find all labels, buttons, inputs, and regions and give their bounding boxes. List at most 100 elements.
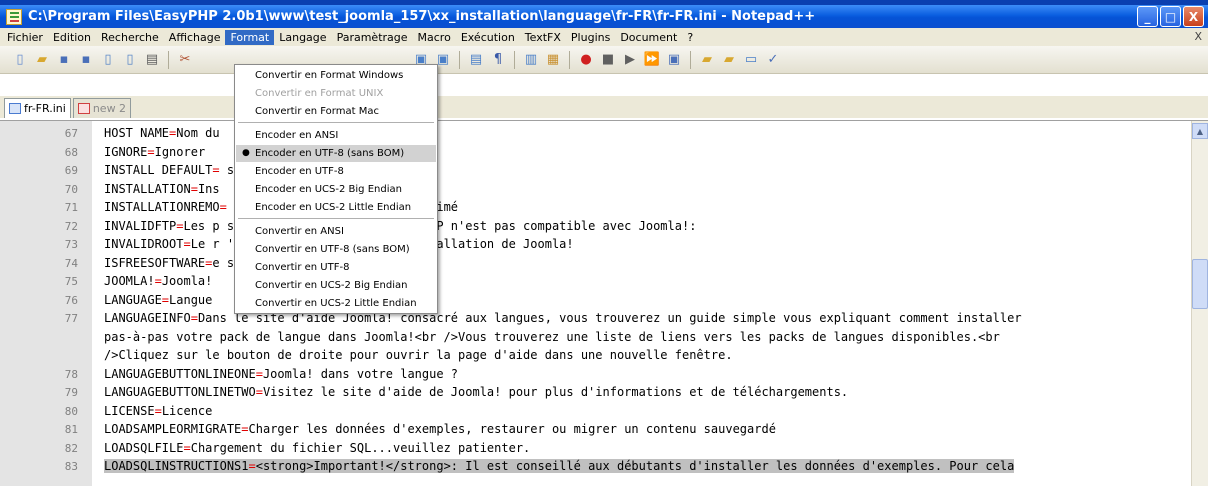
line-number: 82 — [64, 441, 78, 455]
new-file-icon[interactable]: ▯ — [10, 50, 30, 70]
editor-line[interactable]: 69INSTALL DEFAULT= s données d'exemples — [0, 162, 1190, 180]
format-menu-item[interactable]: Encoder en ANSI — [236, 127, 436, 144]
record-macro-icon[interactable]: ● — [576, 50, 596, 70]
stop-macro-icon[interactable]: ■ — [598, 50, 618, 70]
menu-param-trage[interactable]: Paramètrage — [332, 30, 413, 45]
line-number: 70 — [64, 182, 78, 196]
format-menu-item-label: Encoder en UTF-8 — [255, 166, 344, 177]
ini-key: INVALIDFTP — [104, 218, 177, 233]
format-menu-item: Convertir en Format UNIX — [236, 85, 436, 102]
line-text: LANGUAGEBUTTONLINEONE=Joomla! dans votre… — [104, 367, 458, 381]
format-menu-item[interactable]: Convertir en UTF-8 — [236, 259, 436, 276]
ini-value: Chargement du fichier SQL...veuillez pat… — [190, 440, 531, 455]
scroll-up-arrow-icon[interactable]: ▲ — [1192, 123, 1208, 139]
word-wrap-icon[interactable]: ▤ — [466, 50, 486, 70]
format-menu-item[interactable]: ● Encoder en UTF-8 (sans BOM) — [236, 145, 436, 162]
menu-edition[interactable]: Edition — [48, 30, 96, 45]
editor-line[interactable]: 70 INSTALLATION=Ins — [0, 181, 1190, 199]
line-text: HOST NAME=Nom du — [104, 126, 220, 140]
ini-key: ISFREESOFTWARE — [104, 255, 206, 270]
editor-line[interactable]: 75 JOOMLA!=Joomla! — [0, 273, 1190, 291]
document-tab[interactable]: fr-FR.ini — [4, 98, 71, 118]
menu-langage[interactable]: Langage — [274, 30, 331, 45]
play-macro-icon[interactable]: ▶ — [620, 50, 640, 70]
format-menu-item[interactable]: Encoder en UCS-2 Big Endian — [236, 181, 436, 198]
menu-recherche[interactable]: Recherche — [96, 30, 164, 45]
document-tab-label: fr-FR.ini — [24, 102, 66, 115]
ini-equals-sign: = — [161, 292, 170, 307]
editor-line[interactable]: 76 LANGUAGE=Langue — [0, 292, 1190, 310]
scrollbar-thumb[interactable] — [1192, 259, 1208, 309]
minimize-button[interactable]: _ — [1137, 6, 1158, 27]
save-icon[interactable]: ▪ — [54, 50, 74, 70]
format-menu-item[interactable]: Convertir en ANSI — [236, 223, 436, 240]
format-menu-item[interactable]: Convertir en UCS-2 Big Endian — [236, 277, 436, 294]
editor-line[interactable]: 77 LANGUAGEINFO=Dans le site d'aide Jooml… — [0, 310, 1190, 328]
editor-line[interactable]: 79 LANGUAGEBUTTONLINETWO=Visitez le site … — [0, 384, 1190, 402]
format-menu-item[interactable]: Convertir en UTF-8 (sans BOM) — [236, 241, 436, 258]
editor-line[interactable]: 83 LOADSQLINSTRUCTIONS1=<strong>Important… — [0, 458, 1190, 476]
menu-plugins[interactable]: Plugins — [566, 30, 615, 45]
close-file-icon[interactable]: ▯ — [98, 50, 118, 70]
format-menu-item-label: Convertir en Format UNIX — [255, 88, 384, 99]
spell-check-icon[interactable]: ✓ — [763, 50, 783, 70]
editor-line[interactable]: 80 LICENSE=Licence — [0, 403, 1190, 421]
editor-line[interactable]: 71INSTALLATIONREMO= le répertoire aura é… — [0, 199, 1190, 217]
editor-line[interactable]: 68 IGNORE=Ignorer — [0, 144, 1190, 162]
vertical-scrollbar[interactable]: ▲ — [1191, 121, 1208, 486]
print-icon[interactable]: ▤ — [142, 50, 162, 70]
editor-line[interactable]: 82 LOADSQLFILE=Chargement du fichier SQL.… — [0, 440, 1190, 458]
line-text: LICENSE=Licence — [104, 404, 212, 418]
ini-value: Ignorer — [154, 144, 206, 159]
editor-line[interactable]: 81 LOADSAMPLEORMIGRATE=Charger les donnée… — [0, 421, 1190, 439]
folder-as-workspace-icon[interactable]: ▰ — [697, 50, 717, 70]
editor-line[interactable]: />Cliquez sur le bouton de droite pour o… — [0, 347, 1190, 365]
saved-file-icon — [9, 103, 21, 114]
cut-icon[interactable]: ✂ — [175, 50, 195, 70]
text-editor[interactable]: 67 HOST NAME=Nom du 68 IGNORE=Ignorer 69 INST… — [0, 120, 1208, 486]
menu-document[interactable]: Document — [615, 30, 682, 45]
user-language-icon[interactable]: ▦ — [543, 50, 563, 70]
format-menu-item[interactable]: Convertir en UCS-2 Little Endian — [236, 295, 436, 312]
ini-equals-sign: = — [183, 237, 191, 251]
format-menu-item[interactable]: Encoder en UTF-8 — [236, 163, 436, 180]
menu-macro[interactable]: Macro — [413, 30, 456, 45]
close-button[interactable]: X — [1183, 6, 1204, 27]
save-all-icon[interactable]: ▪ — [76, 50, 96, 70]
line-number: 81 — [64, 423, 78, 436]
maximize-button[interactable]: □ — [1160, 6, 1181, 27]
menu-ex-cution[interactable]: Exécution — [456, 30, 520, 45]
ini-key: LANGUAGE — [104, 292, 162, 307]
editor-line[interactable]: 72 INVALIDFTP=Les p s valides ou votre se… — [0, 218, 1190, 236]
indent-guide-icon[interactable]: ▥ — [521, 50, 541, 70]
show-all-characters-icon[interactable]: ¶ — [488, 50, 508, 70]
ini-value: Joomla! — [161, 274, 213, 288]
menu-format[interactable]: Format — [225, 29, 275, 45]
editor-line[interactable]: pas-à-pas votre pack de langue dans Joom… — [0, 329, 1190, 347]
menu-help[interactable]: ? — [682, 30, 698, 45]
format-menu-item[interactable]: Encoder en UCS-2 Little Endian — [236, 199, 436, 216]
menu-textfx[interactable]: TextFX — [520, 30, 566, 45]
function-list-icon[interactable]: ▭ — [741, 50, 761, 70]
menu-affichage[interactable]: Affichage — [164, 30, 226, 45]
format-menu-item[interactable]: Convertir en Format Windows — [236, 67, 436, 84]
editor-line[interactable]: 67 HOST NAME=Nom du — [0, 125, 1190, 143]
close-document-button[interactable]: X — [1194, 30, 1202, 43]
ini-key: INSTALLATIONREMO — [104, 200, 220, 214]
ini-equals-sign: = — [154, 403, 162, 418]
close-all-icon[interactable]: ▯ — [120, 50, 140, 70]
open-folder-icon[interactable]: ▰ — [719, 50, 739, 70]
document-tab[interactable]: new 2 — [72, 98, 132, 118]
open-file-icon[interactable]: ▰ — [32, 50, 52, 70]
play-macro-multiple-icon[interactable]: ⏩ — [642, 50, 662, 70]
line-number: 69 — [64, 164, 78, 177]
window-controls: _ □ X — [1137, 6, 1204, 27]
editor-line[interactable]: 73INVALIDROOT=Le r 'est pas le répertoir… — [0, 236, 1190, 254]
format-menu-item[interactable]: Convertir en Format Mac — [236, 103, 436, 120]
editor-line[interactable]: 78 LANGUAGEBUTTONLINEONE=Joomla! dans vot… — [0, 366, 1190, 384]
save-macro-icon[interactable]: ▣ — [664, 50, 684, 70]
menu-fichier[interactable]: Fichier — [2, 30, 48, 45]
editor-line[interactable]: 74ISFREESOFTWARE=e s licence GNU/GPL v2.… — [0, 255, 1190, 273]
format-menu-item-label: Convertir en UCS-2 Big Endian — [255, 280, 408, 291]
ini-key: LANGUAGEBUTTONLINEONE — [104, 366, 256, 381]
